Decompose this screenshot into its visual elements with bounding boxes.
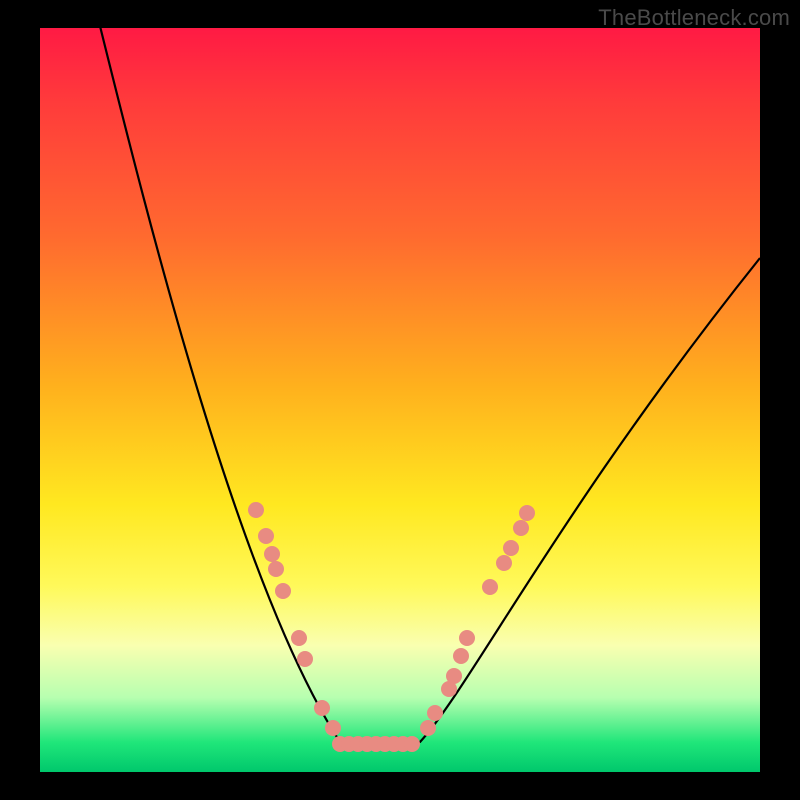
dot-left-2 [264, 546, 280, 562]
flat-dot [404, 736, 420, 752]
dot-right-1 [427, 705, 443, 721]
dot-right-6 [482, 579, 498, 595]
curve-svg [40, 28, 760, 772]
dot-right-0 [420, 720, 436, 736]
dot-right-5 [459, 630, 475, 646]
dots-left-group [248, 502, 341, 736]
dot-left-4 [275, 583, 291, 599]
watermark-text: TheBottleneck.com [598, 5, 790, 31]
dot-left-6 [297, 651, 313, 667]
dot-left-3 [268, 561, 284, 577]
dot-right-9 [513, 520, 529, 536]
dot-left-8 [325, 720, 341, 736]
bottleneck-curve [98, 18, 760, 747]
dot-right-8 [503, 540, 519, 556]
flat-segment [332, 736, 420, 752]
dots-right-group [420, 505, 535, 736]
dot-right-7 [496, 555, 512, 571]
dot-right-10 [519, 505, 535, 521]
dot-left-7 [314, 700, 330, 716]
dot-left-1 [258, 528, 274, 544]
dot-right-3 [446, 668, 462, 684]
dot-left-0 [248, 502, 264, 518]
chart-frame: TheBottleneck.com [0, 0, 800, 800]
dot-right-4 [453, 648, 469, 664]
dot-left-5 [291, 630, 307, 646]
plot-area [40, 28, 760, 772]
